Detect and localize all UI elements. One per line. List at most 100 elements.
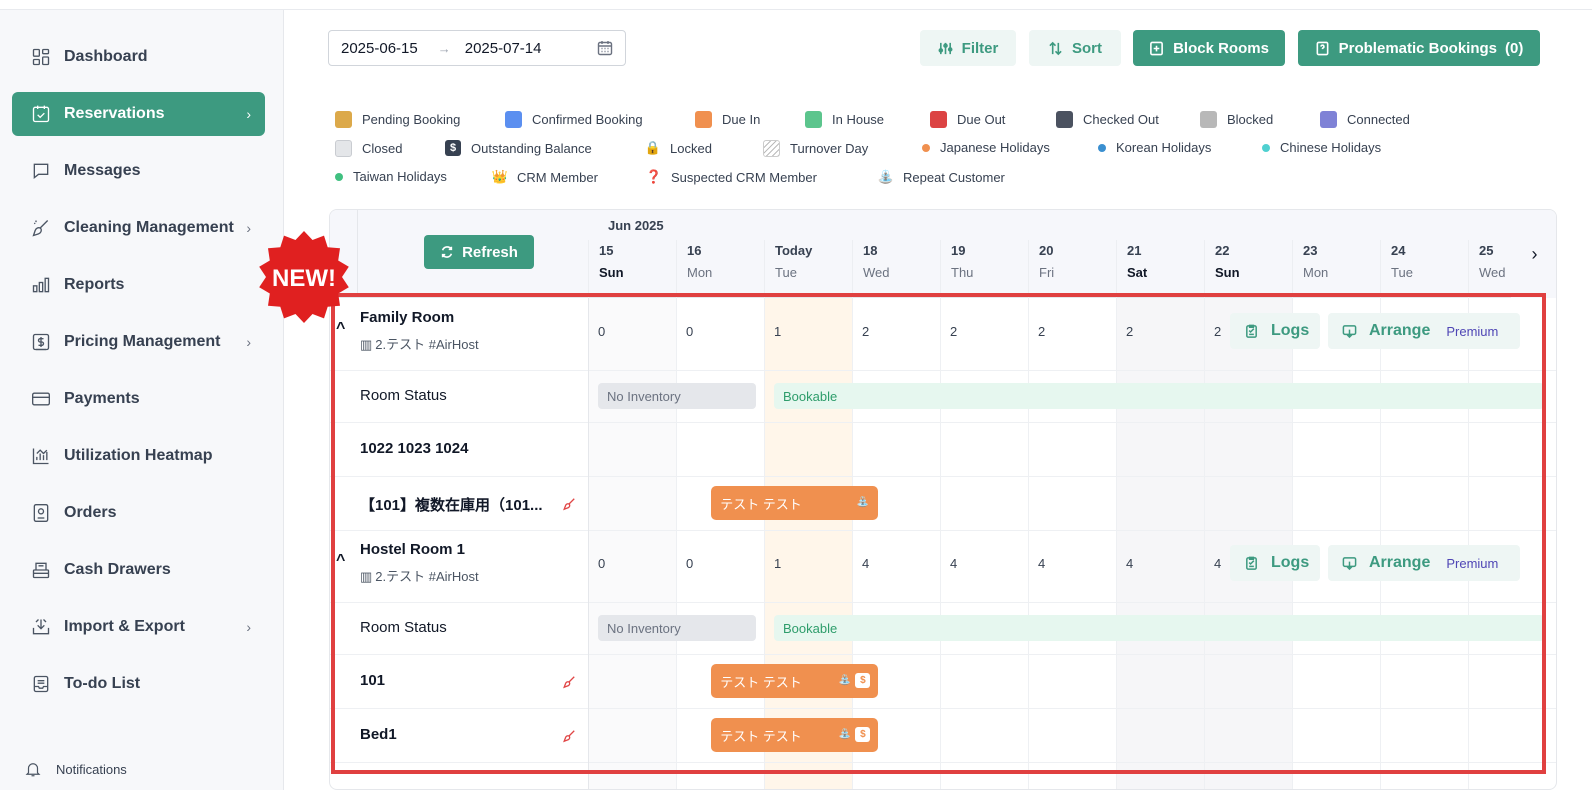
cleaning-icon[interactable] [562, 497, 576, 511]
room-unit-name: Bed1 [360, 726, 397, 743]
sidebar-item-label: Dashboard [64, 48, 148, 65]
row-divider [330, 602, 1556, 603]
legend-label: Outstanding Balance [471, 140, 592, 156]
legend-label: Connected [1347, 112, 1410, 127]
sidebar-item-label: Messages [64, 162, 141, 179]
legend-dot [1262, 143, 1270, 152]
booking-icons: ⛲ $ [837, 673, 871, 688]
room-unit-name: 1022 1023 1024 [360, 440, 469, 457]
column-divider [852, 298, 853, 789]
notifications-link[interactable]: Notifications [24, 760, 127, 778]
sidebar-item-utilization-heatmap[interactable]: Utilization Heatmap [12, 434, 265, 478]
legend-japanese-holidays: Japanese Holidays [922, 140, 1050, 155]
problematic-label: Problematic Bookings [1338, 39, 1498, 57]
sidebar-item-messages[interactable]: Messages [12, 149, 265, 193]
sidebar-item-reservations[interactable]: Reservations › [12, 92, 265, 136]
legend-closed: Closed [335, 140, 402, 157]
day-header: Today Tue [764, 240, 852, 298]
no-inventory-bar: No Inventory [598, 615, 756, 641]
day-name: Tue [1391, 265, 1413, 280]
legend-label: Korean Holidays [1116, 140, 1212, 155]
weekend-column [1116, 298, 1204, 789]
day-header: 19 Thu [940, 240, 1028, 298]
column-divider [1380, 298, 1381, 789]
sidebar-item-label: Reservations [64, 105, 165, 122]
cleaning-icon[interactable] [562, 729, 576, 743]
heatmap-icon [30, 445, 52, 467]
availability-count: 4 [1038, 556, 1046, 571]
calendar-icon [30, 103, 52, 125]
legend-label: Blocked [1227, 112, 1274, 127]
room-type-name: Hostel Room 1 [360, 541, 466, 558]
sidebar-item-to-do-list[interactable]: To-do List [12, 662, 265, 706]
day-name: Thu [951, 265, 974, 280]
chevron-right-icon: › [246, 220, 251, 236]
arrange-label: Arrange [1369, 554, 1431, 571]
availability-count: 0 [598, 324, 606, 339]
availability-count: 2 [1038, 324, 1046, 339]
availability-count: 4 [950, 556, 958, 571]
column-divider [1116, 298, 1117, 789]
legend-dot [335, 172, 343, 181]
chevron-right-icon: › [246, 619, 251, 635]
building-icon: ▥ [360, 337, 373, 352]
legend-locked: 🔒 Locked [644, 140, 712, 156]
refresh-button[interactable]: Refresh [424, 235, 534, 269]
date-range-picker[interactable]: 2025-06-15 → 2025-07-14 [328, 30, 626, 66]
booking-bar[interactable]: テスト テスト ⛲ [711, 486, 879, 520]
logs-button[interactable]: Logs [1230, 545, 1320, 581]
next-dates-button[interactable]: › [1511, 210, 1556, 298]
sidebar-item-cleaning-management[interactable]: Cleaning Management › [12, 206, 265, 250]
legend-label: Japanese Holidays [940, 140, 1050, 155]
collapse-caret-icon[interactable]: ^ [336, 552, 345, 570]
bell-icon [25, 763, 41, 777]
chevron-right-icon: › [246, 334, 251, 350]
problematic-bookings-button[interactable]: Problematic Bookings (0) [1298, 30, 1540, 66]
logs-icon [1246, 556, 1257, 570]
booking-bar[interactable]: テスト テスト ⛲ $ [711, 664, 879, 698]
legend-swatch [930, 111, 947, 128]
logs-button[interactable]: Logs [1230, 313, 1320, 349]
sidebar-item-label: Pricing Management [64, 333, 221, 350]
premium-badge: Premium [1446, 323, 1499, 339]
day-number: Today [775, 243, 813, 258]
sidebar-item-orders[interactable]: Orders [12, 491, 265, 535]
sidebar-item-pricing-management[interactable]: Pricing Management › [12, 320, 265, 364]
sidebar-item-label: Import & Export [64, 618, 185, 635]
sidebar-item-label: Cash Drawers [64, 561, 171, 578]
day-header: 22 Sun [1204, 240, 1292, 298]
arrange-icon [1342, 324, 1357, 338]
sidebar-item-reports[interactable]: Reports [12, 263, 265, 307]
sidebar-item-cash-drawers[interactable]: Cash Drawers [12, 548, 265, 592]
legend-blocked: Blocked [1200, 111, 1273, 128]
room-status-label: Room Status [360, 387, 447, 404]
room-type-name: Family Room [360, 309, 455, 326]
sort-button[interactable]: Sort [1029, 30, 1121, 66]
room-property: ▥ 2.テスト #AirHost [360, 566, 479, 585]
legend-label: Closed [362, 141, 403, 156]
top-bar [0, 0, 1592, 10]
todo-icon [30, 673, 52, 695]
reservation-calendar: Refresh Jun 2025 15 Sun 16 Mon Today Tue 18 Wed… [329, 209, 1557, 790]
room-unit-name: 【101】複数在庫用（101... [360, 497, 543, 514]
guest-name: テスト テスト [720, 674, 802, 690]
chevron-right-icon: › [246, 106, 251, 122]
day-header: 21 Sat [1116, 240, 1204, 298]
column-divider [940, 298, 941, 789]
arrange-icon [1342, 556, 1357, 570]
column-divider [1292, 298, 1293, 789]
sidebar-item-payments[interactable]: Payments [12, 377, 265, 421]
repeat-customer-icon: ⛲ [856, 497, 870, 508]
arrange-button[interactable]: Arrange Premium [1328, 313, 1520, 349]
block-rooms-button[interactable]: Block Rooms [1133, 30, 1285, 66]
cleaning-icon[interactable] [562, 675, 576, 689]
sidebar-item-dashboard[interactable]: Dashboard [12, 35, 265, 79]
sidebar-item-import-export[interactable]: Import & Export › [12, 605, 265, 649]
booking-bar[interactable]: テスト テスト ⛲ $ [711, 718, 879, 752]
legend-confirmed-booking: Confirmed Booking [505, 111, 643, 128]
legend-suspected-crm-member: ❓ Suspected CRM Member [645, 169, 817, 185]
block-rooms-label: Block Rooms [1173, 39, 1269, 57]
filter-icon [938, 42, 953, 54]
arrange-button[interactable]: Arrange Premium [1328, 545, 1520, 581]
filter-button[interactable]: Filter [920, 30, 1016, 66]
